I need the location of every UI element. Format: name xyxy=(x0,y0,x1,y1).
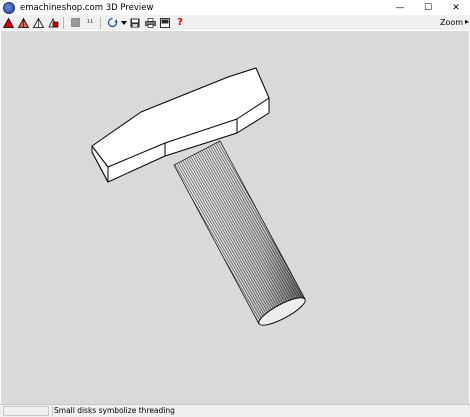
window-title: emachineshop.com 3D Preview xyxy=(20,2,154,13)
status-pane xyxy=(3,406,49,416)
zoom-button[interactable]: Zoom xyxy=(439,16,464,29)
view-wireframe-icon[interactable] xyxy=(31,16,45,29)
3d-preview-viewport[interactable] xyxy=(1,31,469,404)
close-button[interactable]: ✕ xyxy=(442,0,470,15)
status-message: Small disks symbolize threading xyxy=(52,406,175,416)
status-bar: Small disks symbolize threading xyxy=(0,404,470,417)
toolbar-separator xyxy=(100,16,101,29)
save-image-icon[interactable] xyxy=(128,16,142,29)
view-solid-icon[interactable] xyxy=(1,16,15,29)
counter-icon[interactable]: ¹¹ xyxy=(83,16,97,29)
export-icon[interactable] xyxy=(158,16,172,29)
stop-icon[interactable] xyxy=(68,16,82,29)
toolbar: ¹¹ ? Zoom ▸ xyxy=(0,15,470,30)
toolbar-separator xyxy=(63,16,64,29)
title-bar: emachineshop.com 3D Preview — ☐ ✕ xyxy=(0,0,470,15)
maximize-button[interactable]: ☐ xyxy=(414,0,442,15)
minimize-button[interactable]: — xyxy=(386,0,414,15)
view-shaded-icon[interactable] xyxy=(16,16,30,29)
rotate-icon[interactable] xyxy=(105,16,119,29)
bolt-model-canvas xyxy=(91,67,306,326)
print-icon[interactable] xyxy=(143,16,157,29)
window-controls: — ☐ ✕ xyxy=(386,0,470,15)
view-hidden-lines-icon[interactable] xyxy=(46,16,60,29)
help-icon[interactable]: ? xyxy=(173,16,187,29)
bolt-shank xyxy=(173,140,306,326)
toolbar-overflow-icon[interactable]: ▸ xyxy=(465,17,469,26)
app-logo-icon xyxy=(3,1,15,14)
dropdown-arrow-icon[interactable] xyxy=(120,16,127,29)
